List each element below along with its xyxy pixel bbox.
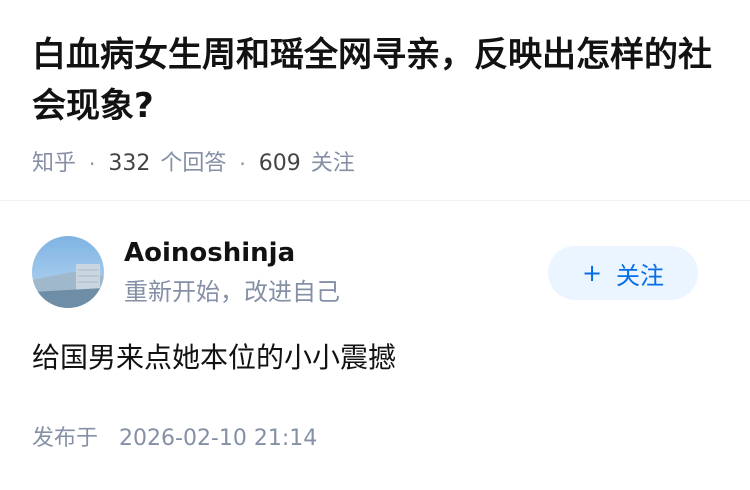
question-title[interactable]: 白血病女生周和瑶全网寻亲，反映出怎样的社会现象? [32, 30, 722, 132]
answer-content: 给国男来点她本位的小小震撼 [32, 341, 397, 374]
question-meta: 知乎 · 332 个回答 · 609 关注 [32, 149, 722, 179]
plus-icon: + [581, 259, 603, 287]
meta-separator: · [89, 152, 96, 176]
publish-info: 发布于 2026-02-10 21:14 [32, 424, 317, 454]
avatar[interactable] [32, 236, 104, 308]
author-name[interactable]: Aoinoshinja [124, 236, 295, 270]
answer-count: 332 [108, 151, 151, 176]
answer-count-label[interactable]: 个回答 [160, 149, 226, 179]
question-header: 白血病女生周和瑶全网寻亲，反映出怎样的社会现象? 知乎 · 332 个回答 · … [32, 30, 722, 179]
meta-separator: · [239, 152, 246, 176]
author-row: Aoinoshinja 重新开始，改进自己 + 关注 [32, 236, 718, 308]
follow-button[interactable]: + 关注 [548, 246, 698, 300]
source-label[interactable]: 知乎 [32, 149, 76, 179]
publish-time: 2026-02-10 21:14 [119, 426, 318, 451]
follower-count: 609 [258, 151, 301, 176]
author-bio: 重新开始，改进自己 [124, 278, 340, 306]
avatar-image [32, 236, 104, 308]
follower-count-label[interactable]: 关注 [311, 149, 355, 179]
section-divider [0, 200, 750, 201]
publish-label: 发布于 [32, 426, 99, 451]
follow-button-label: 关注 [616, 261, 665, 290]
